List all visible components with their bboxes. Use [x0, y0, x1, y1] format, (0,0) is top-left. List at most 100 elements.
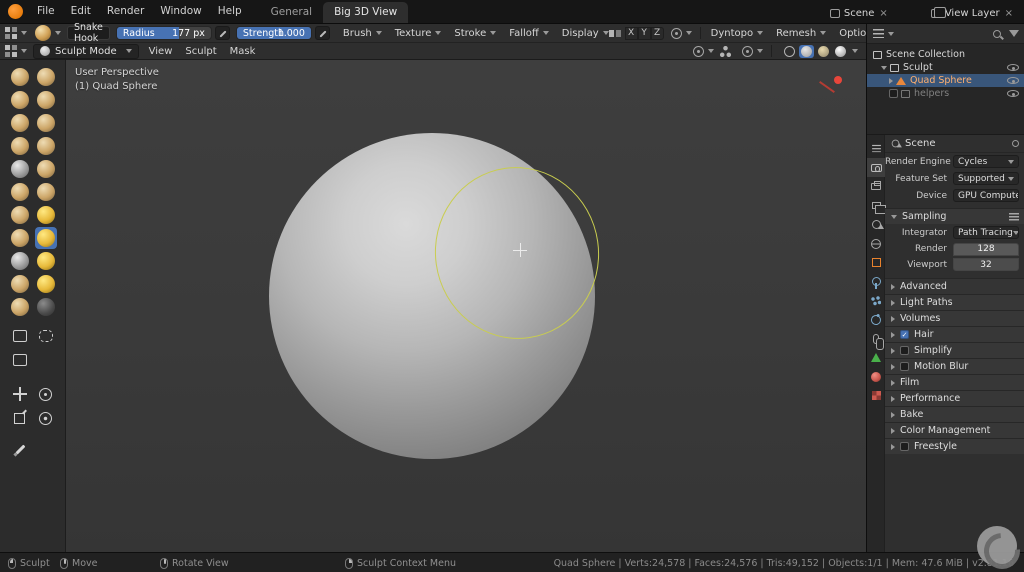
brush-preview-button[interactable] — [35, 25, 61, 41]
section-color-management[interactable]: Color Management — [885, 422, 1024, 438]
shading-wireframe-button[interactable] — [782, 45, 797, 58]
presets-icon[interactable] — [1009, 212, 1019, 221]
mirror-z-toggle[interactable]: Z — [650, 26, 664, 40]
tab-object[interactable] — [867, 253, 885, 272]
properties-editor-selector[interactable] — [867, 139, 885, 158]
integrator-dropdown[interactable]: Path Tracing — [953, 226, 1019, 239]
device-dropdown[interactable]: GPU Compute — [953, 189, 1019, 202]
tab-physics[interactable] — [867, 310, 885, 329]
tool-move[interactable] — [9, 383, 31, 405]
gizmos-toggle-icon[interactable] — [720, 45, 731, 57]
filter-icon[interactable] — [1009, 30, 1019, 37]
scene-selector[interactable]: Scene × — [829, 8, 889, 19]
tool-nudge[interactable] — [9, 273, 31, 295]
strength-pressure-toggle[interactable] — [314, 26, 330, 40]
dyntopo-menu[interactable]: Dyntopo — [711, 28, 764, 39]
brush-panel-menu[interactable]: Brush — [343, 28, 382, 39]
menu-render[interactable]: Render — [99, 5, 152, 23]
editor-type-button[interactable] — [5, 45, 27, 57]
tool-pose[interactable] — [35, 250, 57, 272]
radius-pressure-toggle[interactable] — [214, 26, 230, 40]
tool-elastic-deform[interactable] — [9, 227, 31, 249]
tool-thumb[interactable] — [9, 250, 31, 272]
tool-fill[interactable] — [9, 181, 31, 203]
shading-material-button[interactable] — [816, 45, 831, 58]
tool-draw[interactable] — [9, 66, 31, 88]
workspace-tab-general[interactable]: General — [260, 2, 323, 23]
menu-help[interactable]: Help — [210, 5, 250, 23]
tab-view-layer[interactable] — [867, 196, 886, 215]
visibility-eye-icon[interactable] — [1007, 64, 1019, 71]
section-simplify[interactable]: Simplify — [885, 342, 1024, 358]
section-advanced[interactable]: Advanced — [885, 278, 1024, 294]
brush-name-field[interactable]: Snake Hook — [67, 22, 110, 44]
tool-grab[interactable] — [35, 204, 57, 226]
menu-file[interactable]: File — [29, 5, 63, 23]
collection-checkbox[interactable] — [889, 89, 898, 98]
section-performance[interactable]: Performance — [885, 390, 1024, 406]
tool-rotate[interactable] — [35, 383, 57, 405]
tool-crease[interactable] — [35, 135, 57, 157]
tool-draw-sharp[interactable] — [35, 66, 57, 88]
falloff-panel-menu[interactable]: Falloff — [509, 28, 549, 39]
tab-material[interactable] — [867, 367, 885, 386]
tool-inflate[interactable] — [35, 112, 57, 134]
tool-transform[interactable] — [35, 407, 57, 429]
tool-flatten[interactable] — [35, 158, 57, 180]
outliner-editor-icon[interactable] — [873, 29, 884, 38]
outliner-row-sculpt-collection[interactable]: Sculpt — [867, 61, 1024, 74]
tool-slide-relax[interactable] — [9, 296, 31, 318]
visibility-eye-icon[interactable] — [1007, 77, 1019, 84]
expand-arrow-icon[interactable] — [889, 77, 893, 84]
outliner-row-quad-sphere[interactable]: Quad Sphere — [867, 74, 1024, 87]
section-motion-blur[interactable]: Motion Blur — [885, 358, 1024, 374]
view-layer-close-button[interactable]: × — [1004, 8, 1014, 19]
tab-particles[interactable] — [867, 291, 885, 310]
tool-clay-strips[interactable] — [35, 89, 57, 111]
menu-mask[interactable]: Mask — [230, 46, 256, 57]
pin-icon[interactable] — [1012, 140, 1019, 147]
menu-edit[interactable]: Edit — [63, 5, 99, 23]
blender-logo-icon[interactable] — [8, 4, 23, 19]
tool-mask[interactable] — [35, 296, 57, 318]
axis-gizmo-x-icon[interactable] — [834, 76, 842, 84]
tool-snake-hook[interactable] — [34, 227, 57, 249]
remesh-menu[interactable]: Remesh — [776, 28, 827, 39]
tool-annotate[interactable] — [9, 439, 31, 461]
freestyle-checkbox[interactable] — [900, 442, 909, 451]
radius-slider[interactable]: Radius 177 px — [115, 26, 212, 40]
search-icon[interactable] — [993, 29, 1001, 38]
overlays-button[interactable] — [736, 45, 763, 57]
tool-box-hide[interactable] — [9, 349, 31, 371]
shading-rendered-button[interactable] — [833, 45, 848, 58]
3d-viewport[interactable]: User Perspective (1) Quad Sphere — [66, 60, 866, 552]
tab-modifiers[interactable] — [867, 272, 885, 291]
tool-blob[interactable] — [9, 135, 31, 157]
tool-smooth[interactable] — [9, 158, 31, 180]
section-light-paths[interactable]: Light Paths — [885, 294, 1024, 310]
render-engine-dropdown[interactable]: Cycles — [953, 155, 1019, 168]
active-tool-button[interactable] — [5, 27, 27, 39]
tool-rotate-brush[interactable] — [35, 273, 57, 295]
mode-dropdown[interactable]: Sculpt Mode — [33, 43, 139, 59]
section-freestyle[interactable]: Freestyle — [885, 438, 1024, 454]
scene-unlink-button[interactable]: × — [878, 8, 888, 19]
menu-sculpt[interactable]: Sculpt — [185, 46, 216, 57]
visibility-eye-icon[interactable] — [1007, 90, 1019, 97]
stroke-panel-menu[interactable]: Stroke — [454, 28, 497, 39]
texture-panel-menu[interactable]: Texture — [395, 28, 442, 39]
tool-layer[interactable] — [9, 112, 31, 134]
tool-pinch[interactable] — [9, 204, 31, 226]
shading-solid-button[interactable] — [799, 44, 814, 58]
menu-window[interactable]: Window — [152, 5, 209, 23]
tool-box-mask[interactable] — [9, 325, 31, 347]
outliner-row-helpers[interactable]: helpers — [867, 87, 1024, 100]
tool-scale[interactable] — [9, 407, 31, 429]
tab-scene[interactable] — [867, 215, 885, 234]
mirror-x-toggle[interactable]: X — [624, 26, 638, 40]
view-layer-selector[interactable]: View Layer × — [930, 7, 1014, 19]
workspace-tab-big-3d-view[interactable]: Big 3D View — [323, 2, 409, 23]
falloff-shape-button[interactable] — [669, 27, 692, 39]
mirror-y-toggle[interactable]: Y — [637, 26, 651, 40]
section-volumes[interactable]: Volumes — [885, 310, 1024, 326]
